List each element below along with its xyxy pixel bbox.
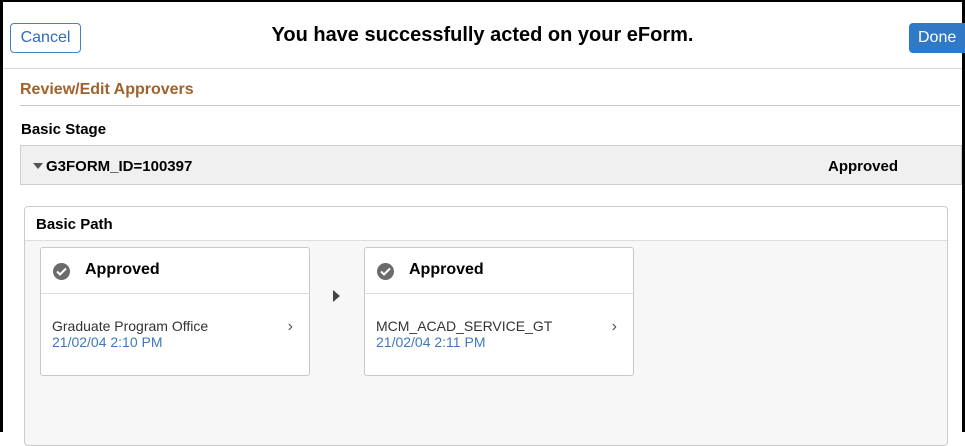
approver-name: MCM_ACAD_SERVICE_GT xyxy=(376,318,553,334)
approval-step-card[interactable]: Approved MCM_ACAD_SERVICE_GT 21/02/04 2:… xyxy=(364,247,634,376)
section-title: Review/Edit Approvers xyxy=(20,81,194,98)
caret-down-icon[interactable] xyxy=(33,163,43,169)
done-button[interactable]: Done xyxy=(909,23,965,53)
stage-collapsible-header[interactable]: G3FORM_ID=100397 Approved xyxy=(20,145,962,185)
approval-step-card[interactable]: Approved Graduate Program Office 21/02/0… xyxy=(40,247,310,376)
stage-status: Approved xyxy=(828,158,899,175)
header-divider xyxy=(3,68,962,69)
cancel-button[interactable]: Cancel xyxy=(10,23,81,53)
approval-step-status: Approved xyxy=(409,261,484,278)
header-bar: Cancel You have successfully acted on yo… xyxy=(3,2,965,68)
chevron-right-icon[interactable]: › xyxy=(612,318,617,336)
approval-step-header: Approved xyxy=(41,248,309,294)
approval-step-header: Approved xyxy=(365,248,633,294)
approver-name: Graduate Program Office xyxy=(52,318,209,334)
path-header: Basic Path xyxy=(25,207,947,241)
stage-label: Basic Stage xyxy=(21,121,107,138)
approval-timestamp: 21/02/04 2:10 PM xyxy=(52,334,163,350)
approval-step-status: Approved xyxy=(85,261,160,278)
path-label: Basic Path xyxy=(36,216,113,233)
check-circle-icon xyxy=(377,263,394,280)
check-circle-icon xyxy=(53,263,70,280)
section-divider xyxy=(20,105,960,106)
approval-timestamp: 21/02/04 2:11 PM xyxy=(376,334,486,350)
stage-id: G3FORM_ID=100397 xyxy=(46,158,193,175)
chevron-right-icon[interactable]: › xyxy=(288,318,293,336)
page-title: You have successfully acted on your eFor… xyxy=(271,24,694,46)
arrow-right-icon xyxy=(333,290,340,302)
